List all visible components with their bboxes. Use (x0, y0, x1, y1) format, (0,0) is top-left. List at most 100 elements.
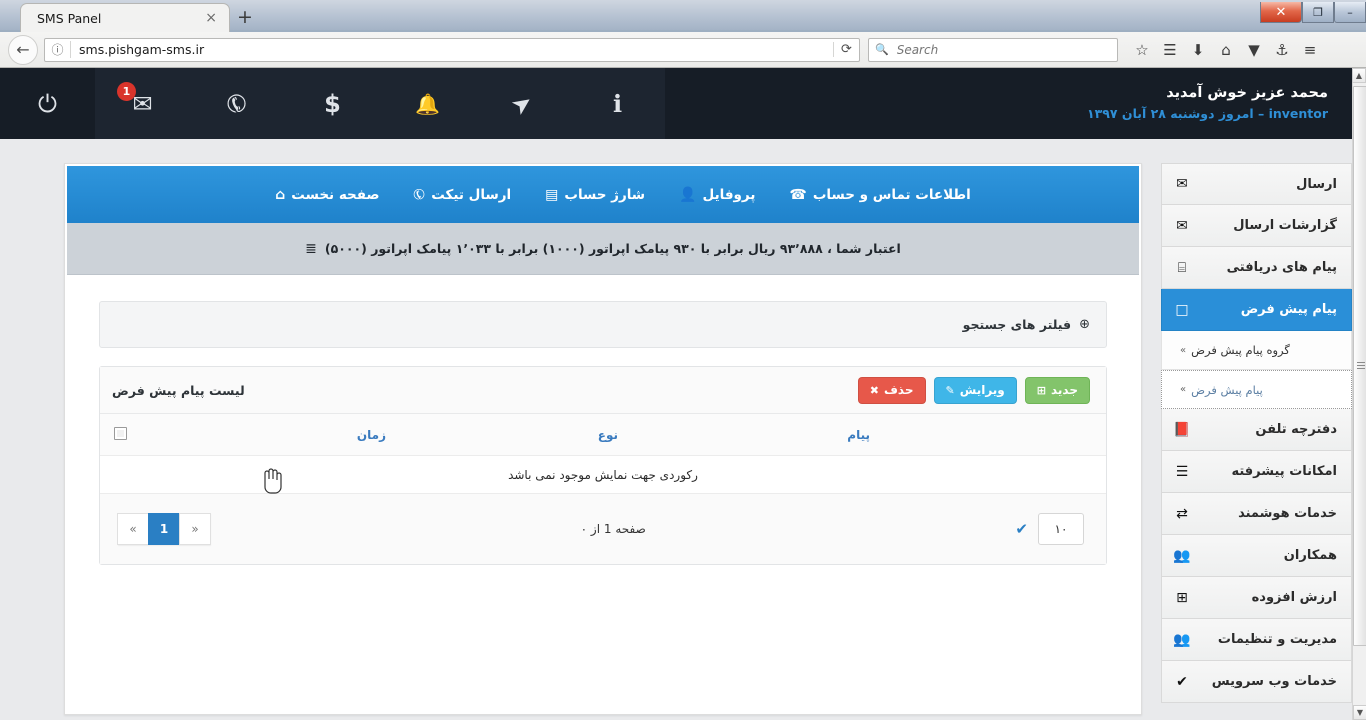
sidebar-item-phonebook[interactable]: دفترچه تلفن 📕 (1161, 409, 1352, 451)
browser-tab[interactable]: SMS Panel × (20, 3, 230, 32)
info-glyph: ℹ (612, 89, 623, 118)
nav-label: صفحه نخست (291, 186, 380, 203)
library-icon[interactable]: ☰ (1156, 37, 1184, 63)
shield-icon[interactable]: ▼ (1240, 37, 1268, 63)
sidebar-subitem-label: پیام پیش فرض (1191, 382, 1263, 397)
nav-label: اطلاعات تماس و حساب (812, 186, 971, 203)
sidebar-item-partners[interactable]: همکاران 👥 (1161, 535, 1352, 577)
scrollbar-thumb[interactable] (1353, 86, 1366, 646)
column-header-type[interactable]: نوع (598, 428, 618, 442)
webservice-icon: ✔ (1176, 673, 1188, 690)
pagination-info: صفحه 1 از ۰ (580, 522, 646, 536)
hamburger-menu-icon[interactable]: ≡ (1296, 37, 1324, 63)
info-icon[interactable]: ⓘ (45, 41, 71, 58)
search-filters-toggle[interactable]: ⊕ فیلتر های جستجو (99, 301, 1107, 348)
restore-button[interactable]: ❐ (1302, 2, 1334, 23)
nav-charge-account[interactable]: شارژ حساب ▤ (545, 187, 645, 203)
info-icon[interactable]: ℹ (570, 68, 665, 139)
new-tab-button[interactable]: + (232, 7, 258, 29)
sidebar-subitem-default-message[interactable]: پیام پیش فرض » (1161, 370, 1352, 409)
page-size-value: ۱۰ (1054, 522, 1068, 536)
last-page-button[interactable]: » (179, 513, 212, 545)
close-icon: ✕ (1275, 4, 1287, 20)
sidebar-item-management[interactable]: مدیریت و تنظیمات 👥 (1161, 619, 1352, 661)
nav-home[interactable]: صفحه نخست ⌂ (275, 187, 379, 203)
tab-title: SMS Panel (37, 10, 102, 26)
sidebar-item-webservice[interactable]: خدمات وب سرویس ✔ (1161, 661, 1352, 703)
sidebar-subitem-label: گروه پیام پیش فرض (1191, 343, 1290, 357)
nav-label: پروفایل (702, 186, 756, 203)
ticket-glyph: ✆ (220, 86, 255, 121)
page-viewport: ⏻ 1 ✉ ✆ $ 🔔 ➤ ℹ محمد عزیز خوش آمدید inve… (0, 68, 1352, 720)
edit-button[interactable]: ✎ ویرایش (933, 376, 1017, 404)
x-icon: ✖ (869, 383, 879, 397)
sidebar-item-value-added[interactable]: ارزش افزوده ⊞ (1161, 577, 1352, 619)
pagination-nav: « 1 » (117, 513, 212, 545)
sidebar-item-received-messages[interactable]: پیام های دریافتی ⌸ (1161, 247, 1352, 289)
power-icon[interactable]: ⏻ (0, 68, 95, 139)
nav-contact-account-info[interactable]: اطلاعات تماس و حساب ☎ (789, 187, 970, 203)
paper-plane-icon[interactable]: ➤ (475, 68, 570, 139)
scrollbar-grip (1357, 362, 1365, 370)
page-1-button[interactable]: 1 (148, 513, 181, 545)
sidebar-item-send[interactable]: ارسال ✉ (1161, 163, 1352, 205)
column-header-message[interactable]: پیام (847, 428, 870, 442)
download-arrow-icon[interactable]: ⬇ (1184, 37, 1212, 63)
value-added-icon: ⊞ (1176, 589, 1188, 606)
sidebar-item-advanced[interactable]: امکانات پیشرفته ☰ (1161, 451, 1352, 493)
window-controls: – ❐ ✕ (1260, 0, 1366, 23)
list-header: ✖ حذف ✎ ویرایش ⊞ جدید لیست پیام پیش فرض (100, 367, 1106, 414)
search-input[interactable] (894, 41, 1095, 58)
scroll-down-arrow-icon[interactable]: ▼ (1353, 705, 1366, 720)
scroll-up-arrow-icon[interactable]: ▲ (1352, 68, 1366, 83)
page-size-select[interactable]: ۱۰ (1038, 513, 1084, 545)
dollar-icon[interactable]: $ (285, 68, 380, 139)
sidebar-subitem-default-message-group[interactable]: گروه پیام پیش فرض » (1161, 331, 1352, 370)
reload-icon[interactable]: ⟳ (833, 42, 859, 57)
browser-window-chrome: SMS Panel × + – ❐ ✕ ← ⓘ sms.pishgam-sms.… (0, 0, 1366, 68)
welcome-date: inventor – امروز دوشنبه ۲۸ آبان ۱۳۹۷ (1087, 106, 1328, 121)
empty-state-row: رکوردی جهت نمایش موجود نمی باشد (100, 456, 1106, 494)
sidebar-item-label: ارسال (1296, 176, 1337, 192)
sidebar-item-send-reports[interactable]: گزارشات ارسال ✉ (1161, 205, 1352, 247)
envelope-outline-icon: ✉ (1176, 217, 1188, 234)
advanced-icon: ☰ (1175, 463, 1189, 480)
ticket-icon[interactable]: ✆ (190, 68, 285, 139)
minimize-button[interactable]: – (1334, 2, 1366, 23)
column-header-time[interactable]: زمان (357, 428, 386, 442)
plus-circle-icon: ⊕ (1079, 317, 1090, 332)
sidebar-item-smart-services[interactable]: خدمات هوشمند ⇄ (1161, 493, 1352, 535)
lock-icon[interactable]: ⚓ (1268, 37, 1296, 63)
edit-button-label: ویرایش (959, 383, 1005, 397)
list-action-buttons: ✖ حذف ✎ ویرایش ⊞ جدید (857, 376, 1090, 404)
nav-profile[interactable]: پروفایل 👤 (679, 187, 755, 203)
nav-send-ticket[interactable]: ارسال تیکت ✆ (410, 185, 512, 205)
sidebar-item-default-message[interactable]: پیام پیش فرض □ (1161, 289, 1352, 331)
checkbox-box[interactable] (114, 426, 127, 440)
close-icon[interactable]: × (201, 10, 221, 26)
check-icon[interactable]: ✔ (1015, 520, 1028, 538)
home-icon[interactable]: ⌂ (1212, 37, 1240, 63)
bookmark-star-icon[interactable]: ☆ (1128, 37, 1156, 63)
messages-icon[interactable]: 1 ✉ (95, 68, 190, 139)
select-all-checkbox[interactable] (114, 426, 127, 443)
pencil-icon: ✎ (945, 383, 955, 397)
delete-button-label: حذف (883, 383, 914, 397)
user-icon: 👤 (679, 186, 697, 203)
address-bar[interactable]: ⓘ sms.pishgam-sms.ir ⟳ (44, 37, 860, 62)
table-header-row: پیام نوع زمان (100, 414, 1106, 456)
first-page-button[interactable]: « (117, 513, 150, 545)
delete-button[interactable]: ✖ حذف (857, 376, 926, 404)
smart-services-icon: ⇄ (1176, 505, 1188, 522)
plus-square-icon: ⊞ (1036, 383, 1046, 397)
browser-search-box[interactable]: 🔍 (868, 37, 1118, 62)
close-button[interactable]: ✕ (1260, 2, 1302, 23)
credit-card-icon: ▤ (545, 186, 559, 203)
page-scrollbar[interactable]: ▲ ▼ (1352, 68, 1366, 720)
sidebar-item-label: پیام های دریافتی (1226, 260, 1337, 275)
bell-icon[interactable]: 🔔 (380, 68, 475, 139)
new-button[interactable]: ⊞ جدید (1024, 376, 1090, 404)
note-icon: □ (1175, 301, 1189, 318)
back-button[interactable]: ← (8, 34, 38, 65)
message-count-badge: 1 (117, 82, 136, 101)
